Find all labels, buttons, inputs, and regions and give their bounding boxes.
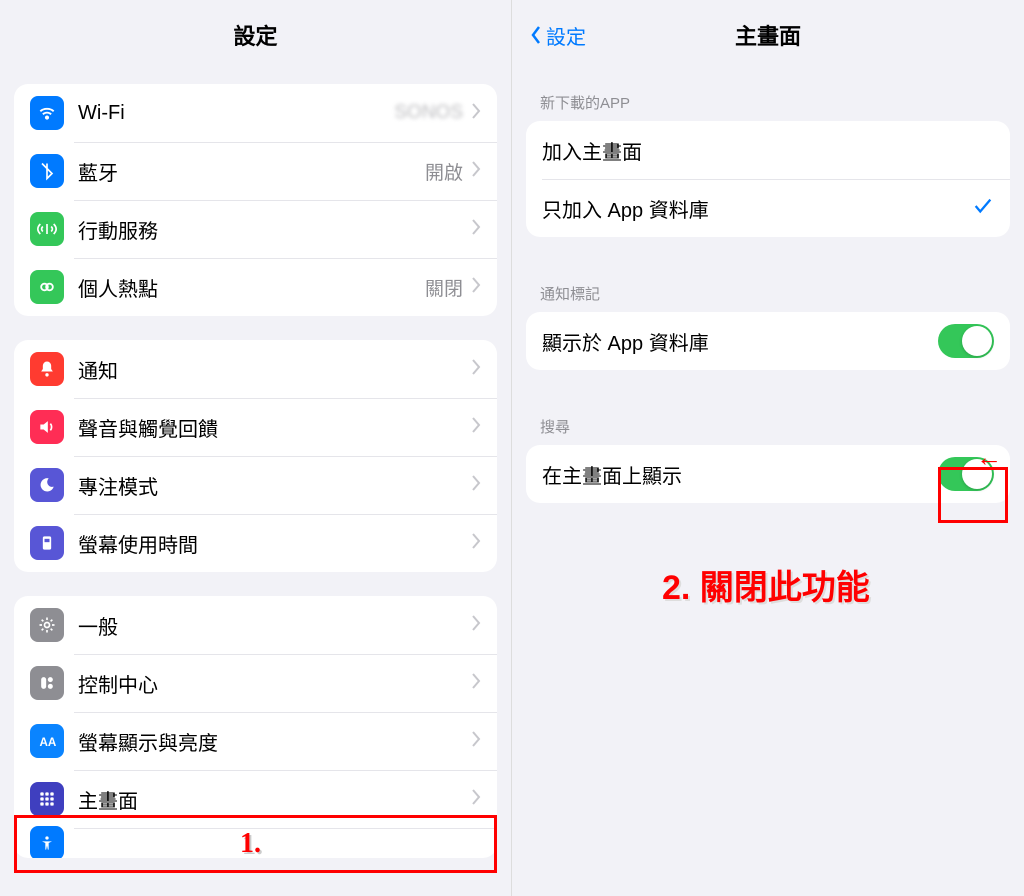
row-value: 開啟 bbox=[425, 158, 463, 185]
row-screentime[interactable]: 螢幕使用時間 bbox=[14, 514, 497, 572]
chevron-icon bbox=[471, 788, 481, 811]
row-label: 個人熱點 bbox=[78, 273, 425, 302]
page-title-left: 設定 bbox=[233, 19, 277, 51]
settings-pane: 設定 Wi-Fi SONOS 藍牙 開啟 行動服務 bbox=[0, 0, 512, 896]
homescreen-icon bbox=[30, 782, 64, 816]
row-show-on-home[interactable]: 在主畫面上顯示 bbox=[526, 445, 1010, 503]
back-button[interactable]: 設定 bbox=[528, 21, 586, 50]
header-right: 設定 主畫面 bbox=[512, 0, 1024, 70]
chevron-icon bbox=[471, 276, 481, 299]
section-header: 搜尋 bbox=[512, 394, 1024, 445]
screentime-icon bbox=[30, 526, 64, 560]
row-focus[interactable]: 專注模式 bbox=[14, 456, 497, 514]
row-label: 顯示於 App 資料庫 bbox=[542, 327, 938, 356]
check-icon bbox=[972, 195, 994, 222]
cellular-icon bbox=[30, 212, 64, 246]
row-label: Wi-Fi bbox=[78, 102, 394, 125]
row-label: 加入主畫面 bbox=[542, 136, 994, 165]
controlcenter-icon bbox=[30, 666, 64, 700]
group-search: 在主畫面上顯示 bbox=[526, 445, 1010, 503]
section-header: 通知標記 bbox=[512, 261, 1024, 312]
chevron-icon bbox=[471, 218, 481, 241]
row-label: 行動服務 bbox=[78, 215, 471, 244]
chevron-icon bbox=[471, 160, 481, 183]
general-icon bbox=[30, 608, 64, 642]
page-title-right: 主畫面 bbox=[735, 19, 801, 51]
chevron-icon bbox=[471, 358, 481, 381]
row-hotspot[interactable]: 個人熱點 關閉 bbox=[14, 258, 497, 316]
annotation-arrow: ← bbox=[976, 442, 1002, 473]
row-label: 通知 bbox=[78, 355, 471, 384]
row-label: 一般 bbox=[78, 611, 471, 640]
annotation-step1: 1. bbox=[240, 828, 261, 860]
row-value: SONOS bbox=[394, 102, 463, 124]
header-left: 設定 bbox=[0, 0, 511, 70]
toggle-switch[interactable] bbox=[938, 324, 994, 358]
row-notifications[interactable]: 通知 bbox=[14, 340, 497, 398]
sounds-icon bbox=[30, 410, 64, 444]
focus-icon bbox=[30, 468, 64, 502]
group-new-apps: 加入主畫面 只加入 App 資料庫 bbox=[526, 121, 1010, 237]
chevron-icon bbox=[471, 532, 481, 555]
row-label: 螢幕顯示與亮度 bbox=[78, 727, 471, 756]
display-icon: AA bbox=[30, 724, 64, 758]
row-label: 專注模式 bbox=[78, 471, 471, 500]
row-general[interactable]: 一般 bbox=[14, 596, 497, 654]
chevron-icon bbox=[471, 730, 481, 753]
row-label: 只加入 App 資料庫 bbox=[542, 194, 972, 223]
row-app-library-only[interactable]: 只加入 App 資料庫 bbox=[526, 179, 1010, 237]
homescreen-pane: 設定 主畫面 新下載的APP 加入主畫面 只加入 App 資料庫 通知標記 顯示… bbox=[512, 0, 1024, 896]
settings-group-alerts: 通知 聲音與觸覺回饋 專注模式 螢幕使用時間 bbox=[14, 340, 497, 572]
back-label: 設定 bbox=[546, 21, 586, 50]
accessibility-icon bbox=[30, 826, 64, 858]
chevron-icon bbox=[471, 102, 481, 125]
row-label: 螢幕使用時間 bbox=[78, 529, 471, 558]
row-sounds[interactable]: 聲音與觸覺回饋 bbox=[14, 398, 497, 456]
hotspot-icon bbox=[30, 270, 64, 304]
row-homescreen[interactable]: 主畫面 bbox=[14, 770, 497, 828]
settings-group-connectivity: Wi-Fi SONOS 藍牙 開啟 行動服務 個人熱點 關閉 bbox=[14, 84, 497, 316]
row-label: 聲音與觸覺回饋 bbox=[78, 413, 471, 442]
row-add-home[interactable]: 加入主畫面 bbox=[526, 121, 1010, 179]
annotation-step2: 2. 關閉此功能 bbox=[662, 560, 870, 609]
row-cellular[interactable]: 行動服務 bbox=[14, 200, 497, 258]
row-wifi[interactable]: Wi-Fi SONOS bbox=[14, 84, 497, 142]
chevron-icon bbox=[471, 672, 481, 695]
row-controlcenter[interactable]: 控制中心 bbox=[14, 654, 497, 712]
notifications-icon bbox=[30, 352, 64, 386]
section-header: 新下載的APP bbox=[512, 70, 1024, 121]
chevron-icon bbox=[471, 474, 481, 497]
row-show-in-library[interactable]: 顯示於 App 資料庫 bbox=[526, 312, 1010, 370]
svg-text:AA: AA bbox=[40, 736, 57, 749]
settings-group-system: 一般 控制中心 AA 螢幕顯示與亮度 主畫面 bbox=[14, 596, 497, 858]
chevron-icon bbox=[471, 614, 481, 637]
bluetooth-icon bbox=[30, 154, 64, 188]
row-label: 藍牙 bbox=[78, 157, 425, 186]
wifi-icon bbox=[30, 96, 64, 130]
row-bluetooth[interactable]: 藍牙 開啟 bbox=[14, 142, 497, 200]
row-value: 關閉 bbox=[425, 274, 463, 301]
row-display[interactable]: AA 螢幕顯示與亮度 bbox=[14, 712, 497, 770]
row-label: 控制中心 bbox=[78, 669, 471, 698]
chevron-icon bbox=[471, 416, 481, 439]
group-badges: 顯示於 App 資料庫 bbox=[526, 312, 1010, 370]
row-label: 在主畫面上顯示 bbox=[542, 460, 938, 489]
row-label: 主畫面 bbox=[78, 785, 471, 814]
